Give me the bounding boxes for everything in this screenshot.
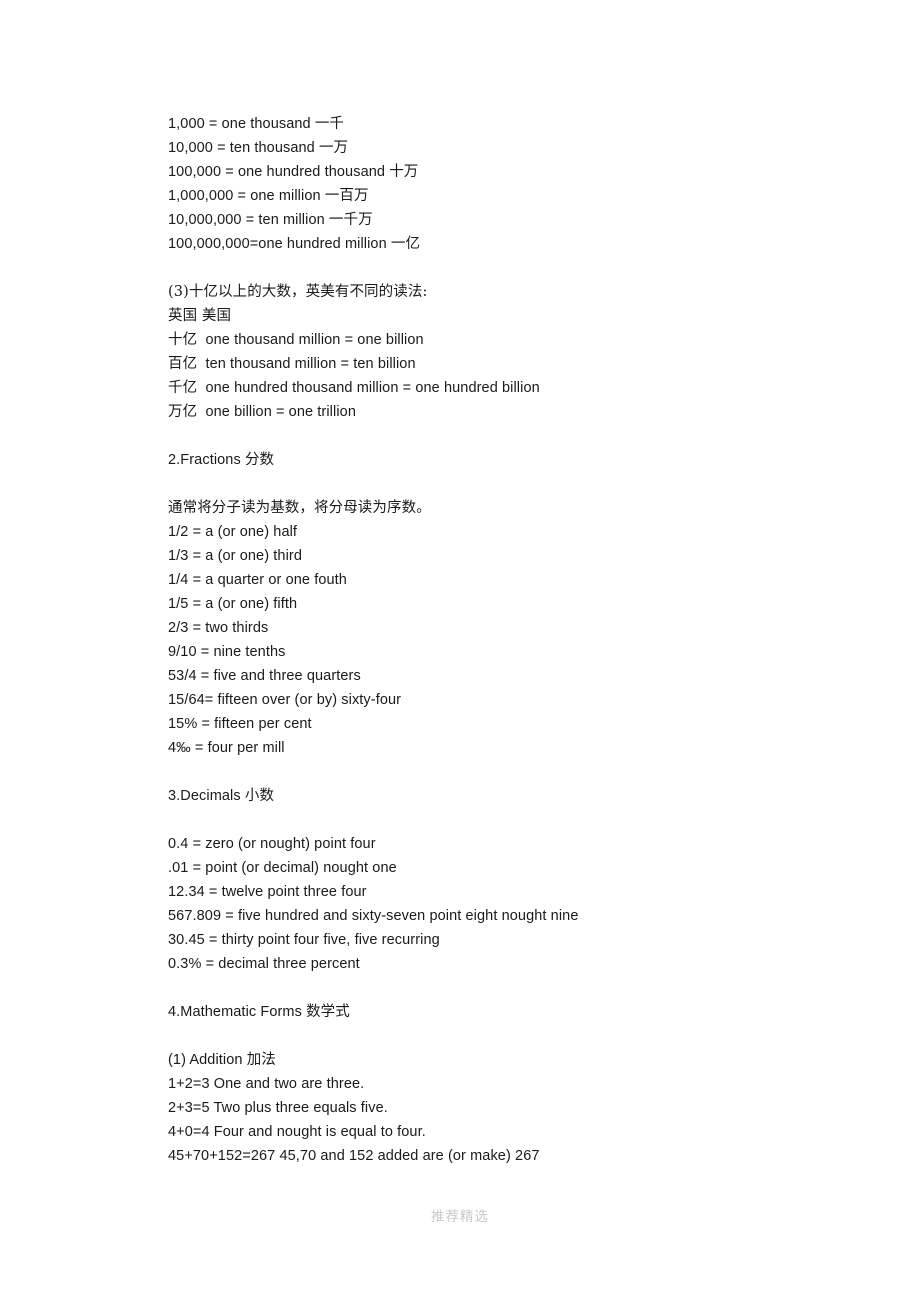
- latin-text: 1/2 = a (or one) half: [168, 524, 298, 540]
- text-line: 12.34 = twelve point three four: [168, 880, 868, 904]
- text-line: 15/64= fifteen over (or by) sixty-four: [168, 688, 868, 712]
- text-line: 9/10 = nine tenths: [168, 640, 868, 664]
- text-line: (3)十亿以上的大数，英美有不同的读法:: [168, 280, 868, 304]
- cjk-text: 十万: [389, 164, 419, 180]
- text-line: 百亿 ten thousand million = ten billion: [168, 352, 868, 376]
- document-body: 1,000 = one thousand 一千 10,000 = ten thou…: [168, 112, 868, 1168]
- cjk-text: 加法: [246, 1052, 276, 1068]
- cjk-text: 数学式: [306, 1004, 350, 1020]
- latin-text: 2/3 = two thirds: [168, 620, 269, 636]
- text-line: 英国 美国: [168, 304, 868, 328]
- text-line: 1,000,000 = one million 一百万: [168, 184, 868, 208]
- latin-text: 30.45 = thirty point four five, five rec…: [168, 932, 440, 948]
- cjk-text: 小数: [244, 788, 275, 804]
- cjk-text: 一千万: [328, 212, 373, 228]
- cjk-text: 一亿: [390, 236, 421, 252]
- latin-text: 0.4 = zero (or nought) point four: [168, 836, 376, 852]
- latin-text: 15/64= fifteen over (or by) sixty-four: [168, 692, 402, 708]
- cjk-text: 一万: [318, 140, 349, 156]
- text-line: 30.45 = thirty point four five, five rec…: [168, 928, 868, 952]
- cjk-text: 英国 美国: [168, 308, 232, 324]
- text-line: 1/4 = a quarter or one fouth: [168, 568, 868, 592]
- latin-text: 4+0=4 Four and nought is equal to four.: [168, 1124, 426, 1140]
- text-line: 万亿 one billion = one trillion: [168, 400, 868, 424]
- cjk-text: 通常将分子读为基数，将分母读为序数。: [168, 500, 431, 516]
- text-line: 0.3% = decimal three percent: [168, 952, 868, 976]
- text-line: 100,000 = one hundred thousand 十万: [168, 160, 868, 184]
- latin-text: one billion = one trillion: [197, 404, 356, 420]
- latin-text: 2.Fractions: [168, 452, 245, 468]
- cjk-text: 一千: [314, 116, 345, 132]
- latin-text: 1/3 = a (or one) third: [168, 548, 302, 564]
- text-line: (1) Addition 加法: [168, 1048, 868, 1072]
- text-line: 15% = fifteen per cent: [168, 712, 868, 736]
- latin-text: 53/4 = five and three quarters: [168, 668, 361, 684]
- cjk-text: 万亿: [168, 404, 198, 420]
- latin-text: 10,000,000 = ten million: [168, 212, 329, 228]
- text-line: 3.Decimals 小数: [168, 784, 868, 808]
- latin-text: one hundred thousand million = one hundr…: [197, 380, 540, 396]
- latin-text: 1,000 = one thousand: [168, 116, 315, 132]
- latin-text: (1) Addition: [168, 1052, 247, 1068]
- cjk-text: 十亿: [168, 332, 198, 348]
- text-line: 十亿 one thousand million = one billion: [168, 328, 868, 352]
- cjk-text: 百亿: [168, 356, 198, 372]
- text-line: 0.4 = zero (or nought) point four: [168, 832, 868, 856]
- text-line: 100,000,000=one hundred million 一亿: [168, 232, 868, 256]
- latin-text: 9/10 = nine tenths: [168, 644, 286, 660]
- latin-text: 15% = fifteen per cent: [168, 716, 312, 732]
- text-line: 1/3 = a (or one) third: [168, 544, 868, 568]
- footer-watermark: 推荐精选: [431, 1209, 489, 1225]
- text-line: 4‰ = four per mill: [168, 736, 868, 760]
- text-line: 10,000,000 = ten million 一千万: [168, 208, 868, 232]
- text-line: 567.809 = five hundred and sixty-seven p…: [168, 904, 868, 928]
- text-line: 1+2=3 One and two are three.: [168, 1072, 868, 1096]
- latin-text: 45+70+152=267 45,70 and 152 added are (o…: [168, 1148, 540, 1164]
- latin-text: 3.Decimals: [168, 788, 245, 804]
- text-line: 1/5 = a (or one) fifth: [168, 592, 868, 616]
- text-line: 2+3=5 Two plus three equals five.: [168, 1096, 868, 1120]
- cjk-text: 一百万: [324, 188, 369, 204]
- latin-text: 1,000,000 = one million: [168, 188, 325, 204]
- text-line: 2/3 = two thirds: [168, 616, 868, 640]
- text-line: 4+0=4 Four and nought is equal to four.: [168, 1120, 868, 1144]
- latin-text: 567.809 = five hundred and sixty-seven p…: [168, 908, 579, 924]
- latin-text: 0.3% = decimal three percent: [168, 956, 360, 972]
- text-line: 通常将分子读为基数，将分母读为序数。: [168, 496, 868, 520]
- text-line: 4.Mathematic Forms 数学式: [168, 1000, 868, 1024]
- latin-text: 100,000,000=one hundred million: [168, 236, 391, 252]
- latin-text: 2+3=5 Two plus three equals five.: [168, 1100, 388, 1116]
- latin-text: ten thousand million = ten billion: [197, 356, 416, 372]
- latin-text: 1+2=3 One and two are three.: [168, 1076, 365, 1092]
- latin-text: 4.Mathematic Forms: [168, 1004, 307, 1020]
- text-line: 2.Fractions 分数: [168, 448, 868, 472]
- latin-text: 1/4 = a quarter or one fouth: [168, 572, 347, 588]
- latin-text: 10,000 = ten thousand: [168, 140, 319, 156]
- text-line: 53/4 = five and three quarters: [168, 664, 868, 688]
- cjk-text: 分数: [244, 452, 275, 468]
- latin-text: 1/5 = a (or one) fifth: [168, 596, 298, 612]
- text-line: 45+70+152=267 45,70 and 152 added are (o…: [168, 1144, 868, 1168]
- text-line: 10,000 = ten thousand 一万: [168, 136, 868, 160]
- latin-text: 4‰ = four per mill: [168, 740, 285, 756]
- text-line: 千亿 one hundred thousand million = one hu…: [168, 376, 868, 400]
- cjk-text: 千亿: [168, 380, 198, 396]
- latin-text: one thousand million = one billion: [197, 332, 424, 348]
- latin-text: 12.34 = twelve point three four: [168, 884, 367, 900]
- text-line: 1,000 = one thousand 一千: [168, 112, 868, 136]
- text-line: .01 = point (or decimal) nought one: [168, 856, 868, 880]
- latin-text: 100,000 = one hundred thousand: [168, 164, 390, 180]
- text-line: 1/2 = a (or one) half: [168, 520, 868, 544]
- latin-text: .01 = point (or decimal) nought one: [168, 860, 397, 876]
- document-page: 1,000 = one thousand 一千 10,000 = ten thou…: [0, 0, 920, 1302]
- cjk-text: (3)十亿以上的大数，英美有不同的读法:: [168, 284, 428, 300]
